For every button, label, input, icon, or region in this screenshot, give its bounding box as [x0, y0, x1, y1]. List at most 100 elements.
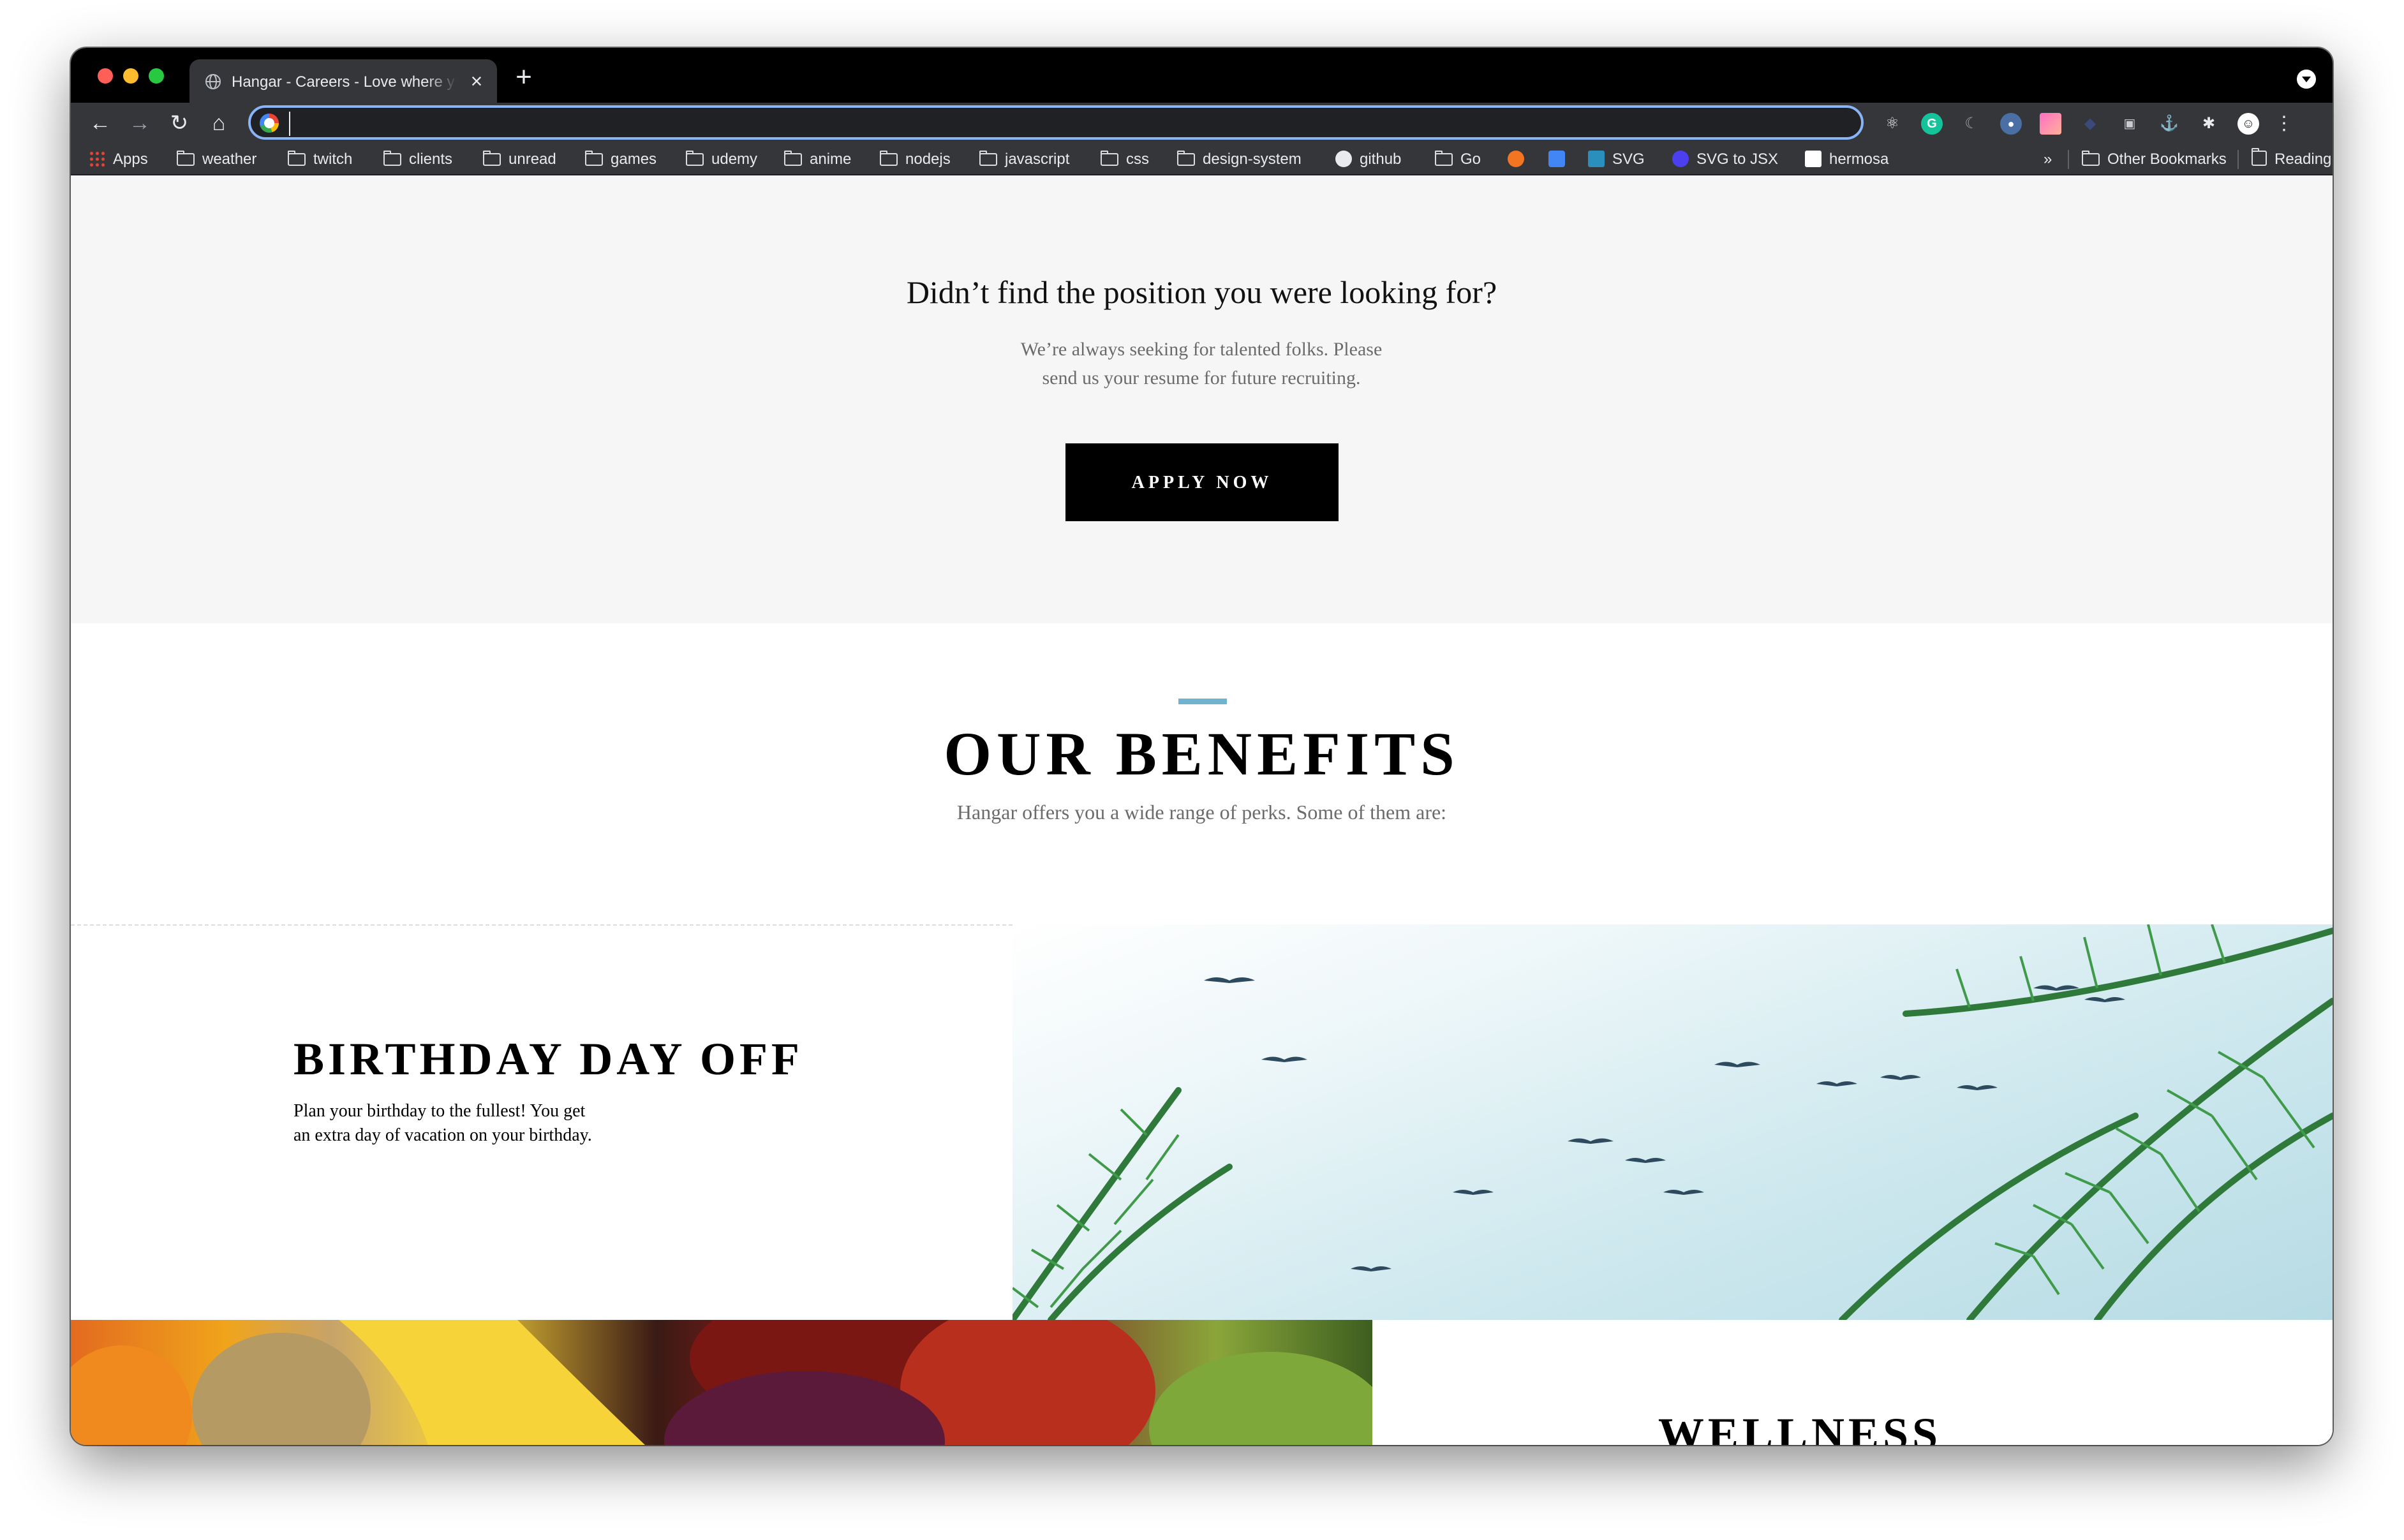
bookmark-label: hermosa [1829, 151, 1889, 168]
cta-subtext-line: We’re always seeking for talented folks.… [1020, 339, 1383, 360]
bird [1351, 1266, 1391, 1271]
bookmarks-separator [2068, 150, 2069, 169]
extension-a-icon[interactable]: ◆ [2079, 113, 2101, 135]
bookmark-label: games [611, 151, 657, 168]
tab-strip: Hangar - Careers - Love where you work ×… [71, 48, 2333, 103]
fruit-image [71, 1320, 1372, 1445]
bookmark-apps[interactable]: Apps [89, 150, 148, 169]
bookmark-clients[interactable]: clients [383, 150, 452, 169]
section-divider [71, 924, 1013, 926]
bookmarks-bar: Apps weather twitch clients unread games… [71, 144, 2333, 175]
bird [1625, 1158, 1666, 1163]
bird [1453, 1190, 1494, 1195]
bird [1957, 1085, 1998, 1090]
folder-icon [1177, 151, 1195, 166]
dark-mode-icon[interactable]: ☾ [1961, 113, 1982, 135]
bookmarks-overflow-button[interactable]: » [2044, 150, 2052, 169]
extension-circle-icon[interactable]: ● [2000, 113, 2022, 135]
hook-icon[interactable]: ⚓ [2158, 113, 2180, 135]
palm-leaflets [1050, 1134, 1180, 1308]
green-apple [1149, 1352, 1372, 1445]
minimize-window-button[interactable] [123, 68, 138, 84]
apps-grid-icon [89, 151, 105, 167]
bookmark-translate[interactable] [1548, 150, 1573, 169]
palm-frond [1048, 1164, 1233, 1320]
benefit-description: Plan your birthday to the fullest! You g… [293, 1101, 592, 1145]
extension-b-icon[interactable]: ▣ [2119, 113, 2141, 135]
cta-heading: Didn’t find the position you were lookin… [906, 274, 1497, 310]
bookmark-udemy[interactable]: udemy [686, 150, 757, 169]
arrow-left-icon[interactable]: ← [85, 108, 115, 138]
folder-icon [1101, 151, 1118, 166]
hermosa-icon [1805, 151, 1822, 167]
folder-icon [880, 151, 898, 166]
bookmark-twitch[interactable]: twitch [288, 150, 352, 169]
bookmark-other-bookmarks[interactable]: Other Bookmarks [2082, 150, 2227, 169]
tab-title-fade [426, 68, 457, 94]
crunchyroll-icon [1508, 151, 1524, 167]
apply-now-button[interactable]: APPLY NOW [1065, 443, 1339, 521]
kebab-menu-icon[interactable]: ⋮ [2273, 113, 2295, 135]
reading-list-button[interactable]: Reading List [2252, 148, 2333, 169]
bookmark-label: github [1360, 151, 1402, 168]
fruit-illustration [71, 1320, 1372, 1445]
color-picker-icon[interactable] [2040, 113, 2061, 135]
avatar[interactable]: ☺ [2237, 113, 2259, 135]
bookmark-label: css [1126, 151, 1149, 168]
bookmark-games[interactable]: games [585, 150, 657, 169]
bird [2033, 985, 2079, 991]
bookmark-css[interactable]: css [1101, 150, 1149, 169]
bird [1663, 1190, 1704, 1195]
svg-icon [1588, 151, 1605, 167]
bookmark-label: SVG [1612, 151, 1645, 168]
bookmark-unread[interactable]: unread [483, 150, 556, 169]
palm-frond [1966, 998, 2333, 1320]
bookmark-github[interactable]: github [1335, 150, 1401, 169]
close-icon[interactable]: × [466, 71, 487, 91]
react-devtools-icon[interactable]: ⚛ [1881, 113, 1903, 135]
page-viewport: Didn’t find the position you were lookin… [71, 175, 2333, 1445]
folder-icon [585, 151, 603, 166]
reload-icon[interactable]: ↻ [164, 108, 195, 138]
address-bar[interactable] [248, 105, 1864, 140]
bookmark-label: Apps [113, 151, 148, 168]
tab-active[interactable]: Hangar - Careers - Love where you work × [189, 59, 497, 103]
bookmark-label: udemy [711, 151, 758, 168]
bird [1714, 1062, 1760, 1067]
address-input[interactable] [289, 112, 1827, 136]
zoom-window-button[interactable] [149, 68, 164, 84]
bookmark-svg[interactable]: SVG [1588, 150, 1645, 169]
folder-icon [784, 151, 802, 166]
google-icon [260, 114, 279, 133]
new-tab-button[interactable]: + [511, 63, 537, 91]
bird [1568, 1138, 1614, 1144]
bookmark-crunchyroll[interactable] [1508, 150, 1532, 169]
bookmark-anime[interactable]: anime [784, 150, 851, 169]
bookmark-go[interactable]: Go [1435, 150, 1481, 169]
bookmark-svg-to-jsx[interactable]: SVG to JSX [1672, 150, 1778, 169]
accent-rule [1178, 699, 1227, 704]
folder-icon [2082, 151, 2100, 166]
home-icon[interactable]: ⌂ [204, 108, 234, 138]
bookmark-label: javascript [1005, 151, 1070, 168]
reading-list-icon [2252, 148, 2267, 166]
palm-frond [1013, 1087, 1182, 1320]
arrow-right-icon[interactable]: → [124, 108, 155, 138]
puzzle-icon[interactable]: ✱ [2198, 113, 2220, 135]
orange [71, 1345, 192, 1445]
palm-frond [2094, 1113, 2333, 1320]
bookmark-label: clients [409, 151, 453, 168]
close-window-button[interactable] [98, 68, 113, 84]
bookmark-javascript[interactable]: javascript [979, 150, 1069, 169]
bookmark-hermosa[interactable]: hermosa [1805, 150, 1888, 169]
browser-window: Hangar - Careers - Love where you work ×… [71, 48, 2333, 1445]
bird [1880, 1075, 1921, 1080]
bookmark-nodejs[interactable]: nodejs [880, 150, 951, 169]
tab-search-button[interactable] [2297, 70, 2316, 89]
cta-subtext: We’re always seeking for talented folks.… [946, 335, 1457, 392]
bookmark-label: Go [1460, 151, 1481, 168]
bookmark-weather[interactable]: weather [177, 150, 256, 169]
grammarly-icon[interactable]: G [1921, 113, 1943, 135]
bookmark-design-system[interactable]: design-system [1177, 150, 1302, 169]
bookmark-label: SVG to JSX [1696, 151, 1779, 168]
